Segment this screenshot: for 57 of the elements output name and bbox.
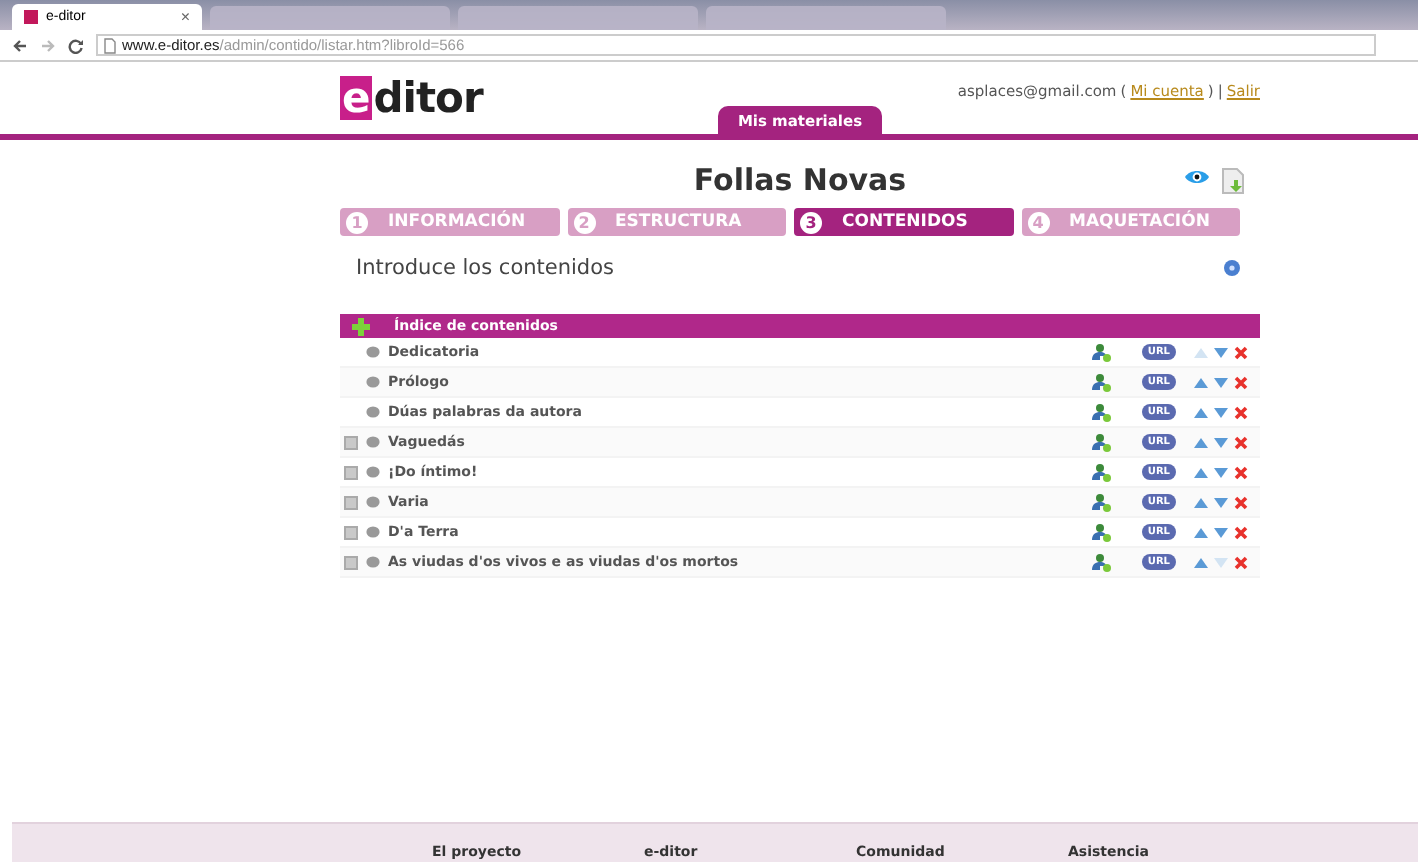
- move-down-icon[interactable]: [1214, 467, 1228, 477]
- expand-icon[interactable]: [344, 465, 358, 479]
- expand-icon[interactable]: [344, 555, 358, 569]
- delete-icon[interactable]: [1234, 555, 1248, 569]
- delete-icon[interactable]: [1234, 345, 1248, 359]
- delete-icon[interactable]: [1234, 465, 1248, 479]
- user-settings-icon[interactable]: [1091, 373, 1112, 391]
- move-down-icon[interactable]: [1214, 347, 1228, 357]
- tab-close-button[interactable]: ×: [180, 8, 190, 26]
- favicon-icon: [24, 10, 38, 24]
- move-up-icon[interactable]: [1194, 497, 1208, 507]
- bullet-icon: [366, 406, 380, 418]
- move-up-icon[interactable]: [1194, 557, 1208, 567]
- bullet-icon: [366, 556, 380, 568]
- expand-icon[interactable]: [344, 525, 358, 539]
- user-settings-icon[interactable]: [1091, 463, 1112, 481]
- move-down-icon[interactable]: [1214, 437, 1228, 447]
- delete-icon[interactable]: [1234, 525, 1248, 539]
- instructions-text: Introduce los contenidos: [356, 256, 614, 280]
- reload-icon[interactable]: [68, 37, 84, 53]
- user-settings-icon[interactable]: [1091, 553, 1112, 571]
- bullet-icon: [366, 526, 380, 538]
- eye-icon[interactable]: [1184, 167, 1210, 185]
- download-document-icon[interactable]: [1222, 167, 1244, 193]
- user-settings-icon[interactable]: [1091, 523, 1112, 541]
- expand-icon[interactable]: [344, 495, 358, 509]
- bullet-icon: [366, 376, 380, 388]
- bullet-icon: [366, 436, 380, 448]
- forward-icon[interactable]: [40, 37, 56, 53]
- move-down-icon[interactable]: [1214, 407, 1228, 417]
- editor-logo[interactable]: editor: [340, 74, 483, 122]
- user-settings-icon[interactable]: [1091, 343, 1112, 361]
- move-up-icon[interactable]: [1194, 467, 1208, 477]
- user-settings-icon[interactable]: [1091, 403, 1112, 421]
- book-title: Follas Novas: [693, 162, 907, 198]
- bullet-icon: [366, 496, 380, 508]
- delete-icon[interactable]: [1234, 375, 1248, 389]
- user-settings-icon[interactable]: [1091, 493, 1112, 511]
- page-icon: [104, 37, 116, 53]
- step-tab[interactable]: 3 CONTENIDOS: [794, 208, 1013, 236]
- back-icon[interactable]: [12, 37, 28, 53]
- add-icon[interactable]: [352, 317, 370, 335]
- move-down-icon[interactable]: [1214, 497, 1228, 507]
- delete-icon[interactable]: [1234, 495, 1248, 509]
- move-up-icon[interactable]: [1194, 437, 1208, 447]
- move-up-icon[interactable]: [1194, 377, 1208, 387]
- move-down-icon[interactable]: [1214, 527, 1228, 537]
- bullet-icon: [366, 466, 380, 478]
- move-down-icon[interactable]: [1214, 377, 1228, 387]
- delete-icon[interactable]: [1234, 435, 1248, 449]
- help-icon[interactable]: [1224, 260, 1240, 276]
- bullet-icon: [366, 346, 380, 358]
- user-settings-icon[interactable]: [1091, 433, 1112, 451]
- delete-icon[interactable]: [1234, 405, 1248, 419]
- move-up-icon[interactable]: [1194, 407, 1208, 417]
- expand-icon[interactable]: [344, 435, 358, 449]
- move-up-icon[interactable]: [1194, 527, 1208, 537]
